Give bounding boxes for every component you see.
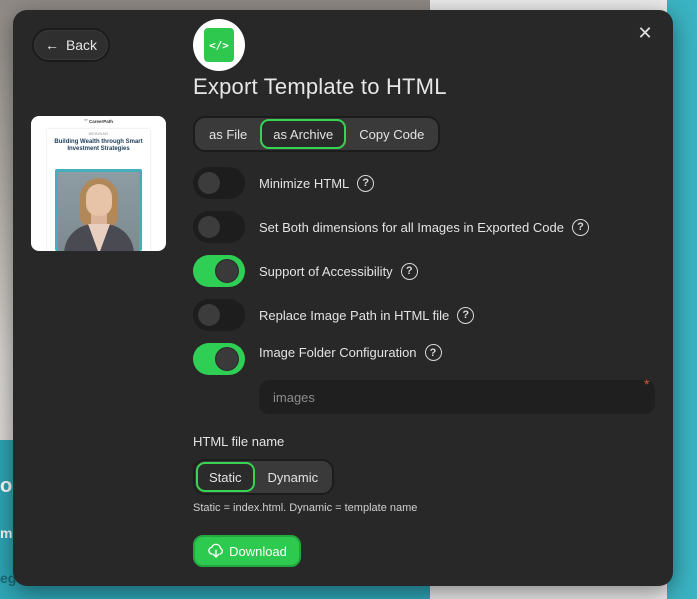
file-name-dynamic[interactable]: Dynamic	[255, 462, 332, 492]
preview-portrait	[58, 172, 139, 251]
toggle-knob	[216, 348, 238, 370]
close-icon[interactable]: ✕	[635, 23, 655, 43]
replace-image-path-toggle[interactable]	[193, 299, 245, 331]
toggle-knob	[198, 172, 220, 194]
preview-portrait-face	[86, 184, 112, 216]
option-label: Support of Accessibility	[259, 263, 393, 279]
download-button[interactable]: Download	[193, 535, 301, 567]
help-circle-icon[interactable]: ?	[424, 344, 442, 361]
download-button-label: Download	[229, 543, 287, 559]
option-set-image-dimensions: Set Both dimensions for all Images in Ex…	[193, 211, 589, 243]
preview-tag: WEBINAR	[88, 132, 109, 136]
export-mode-copy-code[interactable]: Copy Code	[346, 119, 437, 149]
option-replace-image-path: Replace Image Path in HTML file ?	[193, 299, 475, 331]
file-name-mode-selector: Static Dynamic	[193, 459, 335, 495]
option-label: Minimize HTML	[259, 175, 350, 191]
code-file-icon: </>	[204, 28, 234, 62]
help-circle-icon[interactable]: ?	[457, 306, 475, 324]
file-name-static[interactable]: Static	[196, 462, 255, 492]
export-modal: ← Back ✕ ⁗ CareerPath WEBINAR Building W…	[13, 10, 673, 586]
option-label: Image Folder Configuration	[259, 345, 417, 360]
minimize-html-toggle[interactable]	[193, 167, 245, 199]
back-button[interactable]: ← Back	[32, 28, 110, 62]
export-mode-as-file[interactable]: as File	[196, 119, 260, 149]
option-accessibility: Support of Accessibility ?	[193, 255, 418, 287]
file-name-hint: Static = index.html. Dynamic = template …	[193, 502, 418, 514]
accessibility-toggle[interactable]	[193, 255, 245, 287]
help-circle-icon[interactable]: ?	[571, 218, 589, 236]
template-preview-thumbnail: ⁗ CareerPath WEBINAR Building Wealth thr…	[31, 116, 166, 251]
export-mode-as-archive[interactable]: as Archive	[260, 119, 347, 149]
option-label: Replace Image Path in HTML file	[259, 307, 450, 323]
toggle-knob	[216, 260, 238, 282]
image-folder-input[interactable]	[259, 380, 655, 414]
option-minimize-html: Minimize HTML ?	[193, 167, 375, 199]
cloud-download-icon	[208, 543, 224, 558]
image-folder-config-toggle[interactable]	[193, 343, 245, 375]
preview-brand: ⁗ CareerPath	[84, 119, 113, 124]
option-image-folder-config: Image Folder Configuration ?	[193, 343, 442, 375]
back-button-label: Back	[65, 37, 98, 53]
help-circle-icon[interactable]: ?	[357, 174, 375, 192]
toggle-knob	[198, 304, 220, 326]
arrow-left-icon: ←	[44, 37, 59, 53]
help-circle-icon[interactable]: ?	[400, 262, 418, 280]
preview-photo	[55, 169, 142, 251]
background-text: m	[0, 525, 13, 541]
app-icon: </>	[193, 19, 245, 71]
set-image-dimensions-toggle[interactable]	[193, 211, 245, 243]
toggle-knob	[198, 216, 220, 238]
option-label: Set Both dimensions for all Images in Ex…	[259, 219, 564, 235]
preview-heading: Building Wealth through Smart Investment…	[54, 139, 143, 152]
modal-title: Export Template to HTML	[193, 74, 447, 99]
required-mark: *	[644, 376, 650, 392]
html-file-name-label: HTML file name	[193, 434, 285, 449]
preview-page: WEBINAR Building Wealth through Smart In…	[47, 129, 150, 251]
export-mode-selector: as File as Archive Copy Code	[193, 116, 441, 152]
